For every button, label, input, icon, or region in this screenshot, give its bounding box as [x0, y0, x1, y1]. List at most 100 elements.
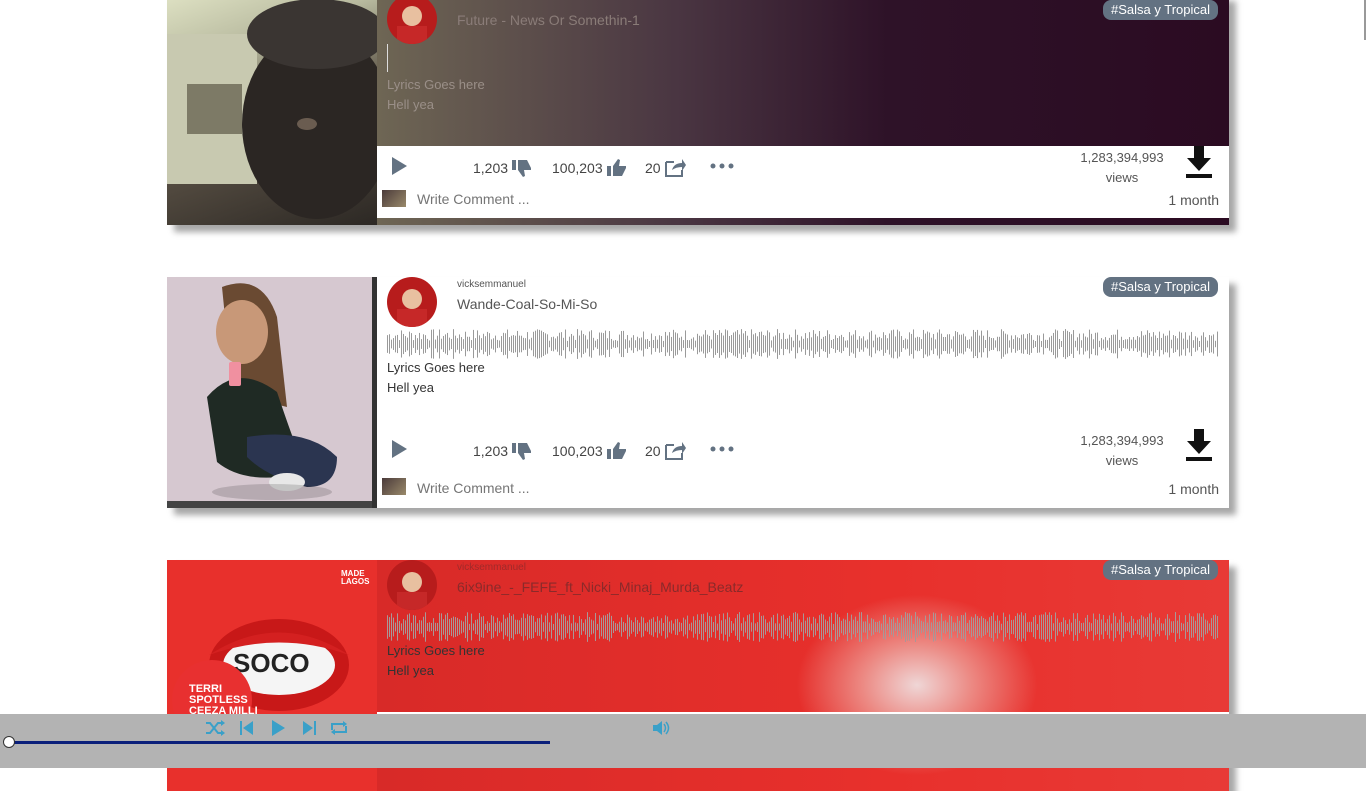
waveform-bar: [437, 335, 438, 353]
waveform-bar: [1145, 618, 1146, 636]
waveform-bar: [557, 336, 558, 352]
waveform-bar: [1169, 330, 1170, 358]
waveform-bar: [649, 340, 650, 348]
thumbs-up-icon: [606, 442, 626, 459]
avatar[interactable]: [387, 277, 437, 327]
genre-tag[interactable]: #Salsa y Tropical: [1103, 560, 1218, 580]
more-options-icon[interactable]: [709, 439, 735, 459]
waveform-bar: [579, 616, 580, 638]
waveform-bar: [785, 338, 786, 350]
avatar[interactable]: [387, 0, 437, 44]
waveform-bar: [1047, 614, 1048, 640]
waveform-bar: [475, 619, 476, 635]
waveform-bar: [887, 623, 888, 631]
shuffle-icon[interactable]: [205, 718, 225, 738]
cover-art[interactable]: [167, 277, 377, 508]
waveform-bar: [881, 338, 882, 350]
dislike-button[interactable]: 1,203: [473, 441, 533, 461]
next-icon[interactable]: [299, 718, 319, 738]
waveform-bar: [1113, 334, 1114, 354]
genre-tag[interactable]: #Salsa y Tropical: [1103, 277, 1218, 297]
waveform-bar: [767, 622, 768, 632]
like-button[interactable]: 100,203: [552, 441, 628, 461]
waveform-bar: [831, 612, 832, 642]
waveform-bar: [723, 613, 724, 641]
waveform-bar: [605, 615, 606, 639]
waveform-bar: [745, 621, 746, 633]
waveform-bar: [615, 340, 616, 348]
track-title[interactable]: Future - News Or Somethin-1: [457, 12, 640, 28]
waveform-bar: [985, 619, 986, 635]
waveform-bar: [441, 613, 442, 641]
previous-icon[interactable]: [237, 718, 257, 738]
waveform-bar: [723, 335, 724, 353]
waveform-bar: [647, 622, 648, 632]
waveform-bar: [595, 340, 596, 348]
waveform-bar: [915, 612, 916, 642]
like-button[interactable]: 100,203: [552, 158, 628, 178]
track-title[interactable]: Wande-Coal-So-Mi-So: [457, 296, 597, 312]
commenter-avatar: [382, 190, 406, 207]
waveform-bar: [485, 336, 486, 352]
share-button[interactable]: 20: [645, 158, 686, 178]
play-icon[interactable]: [389, 156, 409, 176]
waveform-bar: [811, 337, 812, 351]
genre-tag[interactable]: #Salsa y Tropical: [1103, 0, 1218, 20]
comment-input[interactable]: [417, 191, 717, 207]
lyrics-line: Lyrics Goes here: [387, 643, 485, 658]
waveform-bar: [977, 329, 978, 359]
play-icon[interactable]: [268, 718, 288, 738]
play-icon[interactable]: [389, 439, 409, 459]
progress-track[interactable]: [8, 741, 550, 744]
avatar[interactable]: [387, 560, 437, 610]
more-options-icon[interactable]: [709, 156, 735, 176]
download-icon[interactable]: [1185, 146, 1213, 180]
waveform-bar: [741, 329, 742, 359]
dislike-button[interactable]: 1,203: [473, 158, 533, 178]
waveform-bar: [1191, 616, 1192, 638]
waveform-bar: [893, 329, 894, 359]
waveform-bar: [1169, 618, 1170, 636]
cover-logo: LAGOS: [341, 577, 370, 586]
share-button[interactable]: 20: [645, 441, 686, 461]
volume-icon[interactable]: [651, 718, 671, 738]
waveform-bar: [975, 331, 976, 357]
views-label: views: [1105, 170, 1139, 185]
waveform-bar: [911, 615, 912, 639]
waveform-bar: [563, 337, 564, 351]
waveform-bar: [1031, 335, 1032, 353]
username[interactable]: vicksemmanuel: [457, 562, 526, 573]
waveform-bar: [841, 334, 842, 354]
track-title[interactable]: 6ix9ine_-_FEFE_ft_Nicki_Minaj_Murda_Beat…: [457, 579, 743, 595]
waveform[interactable]: [387, 327, 1219, 361]
waveform-bar: [471, 613, 472, 641]
views-number: 1,283,394,993: [1080, 433, 1164, 448]
comment-input[interactable]: [417, 480, 717, 496]
waveform-bar: [523, 613, 524, 641]
repeat-icon[interactable]: [329, 718, 349, 738]
waveform-bar: [829, 616, 830, 638]
progress-handle[interactable]: [3, 736, 15, 748]
waveform-bar: [1119, 339, 1120, 349]
waveform-bar: [563, 614, 564, 640]
cover-art[interactable]: [167, 0, 377, 225]
username[interactable]: vicksemmanuel: [457, 279, 526, 290]
waveform-bar: [391, 613, 392, 641]
waveform-bar: [671, 620, 672, 634]
download-icon[interactable]: [1185, 429, 1213, 463]
waveform-bar: [749, 340, 750, 348]
waveform-bar: [1145, 334, 1146, 354]
username[interactable]: xigno: [457, 0, 481, 1]
waveform-bar: [1203, 332, 1204, 356]
waveform-bar: [543, 332, 544, 356]
waveform-bar: [401, 330, 402, 358]
waveform-bar: [831, 339, 832, 349]
waveform-bar: [1011, 620, 1012, 634]
lyrics-line: Hell yea: [387, 663, 434, 678]
waveform-bar: [535, 330, 536, 358]
waveform-bar: [725, 619, 726, 635]
waveform-cursor: [387, 44, 388, 72]
waveform-bar: [457, 338, 458, 350]
waveform-bar: [477, 330, 478, 358]
waveform[interactable]: [387, 610, 1219, 644]
